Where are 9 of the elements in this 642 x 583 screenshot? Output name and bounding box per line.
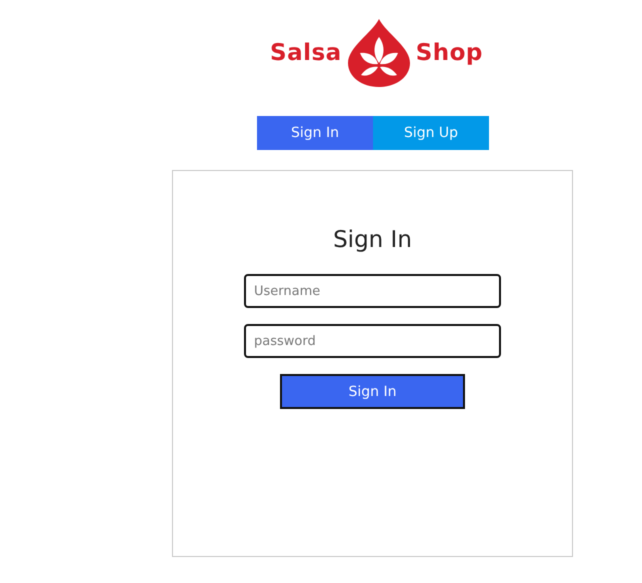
tab[interactable]: Sign In [257,116,373,150]
sign-in-button[interactable]: Sign In [280,374,465,409]
tab[interactable]: Sign Up [373,116,489,150]
input-field[interactable]: password [244,324,501,358]
logo-text: Shop [416,40,483,66]
input-field[interactable]: Username [244,274,501,308]
drop-leaf-icon [348,19,410,87]
logo-text: Salsa [270,40,342,66]
form-title: Sign In [333,227,412,253]
